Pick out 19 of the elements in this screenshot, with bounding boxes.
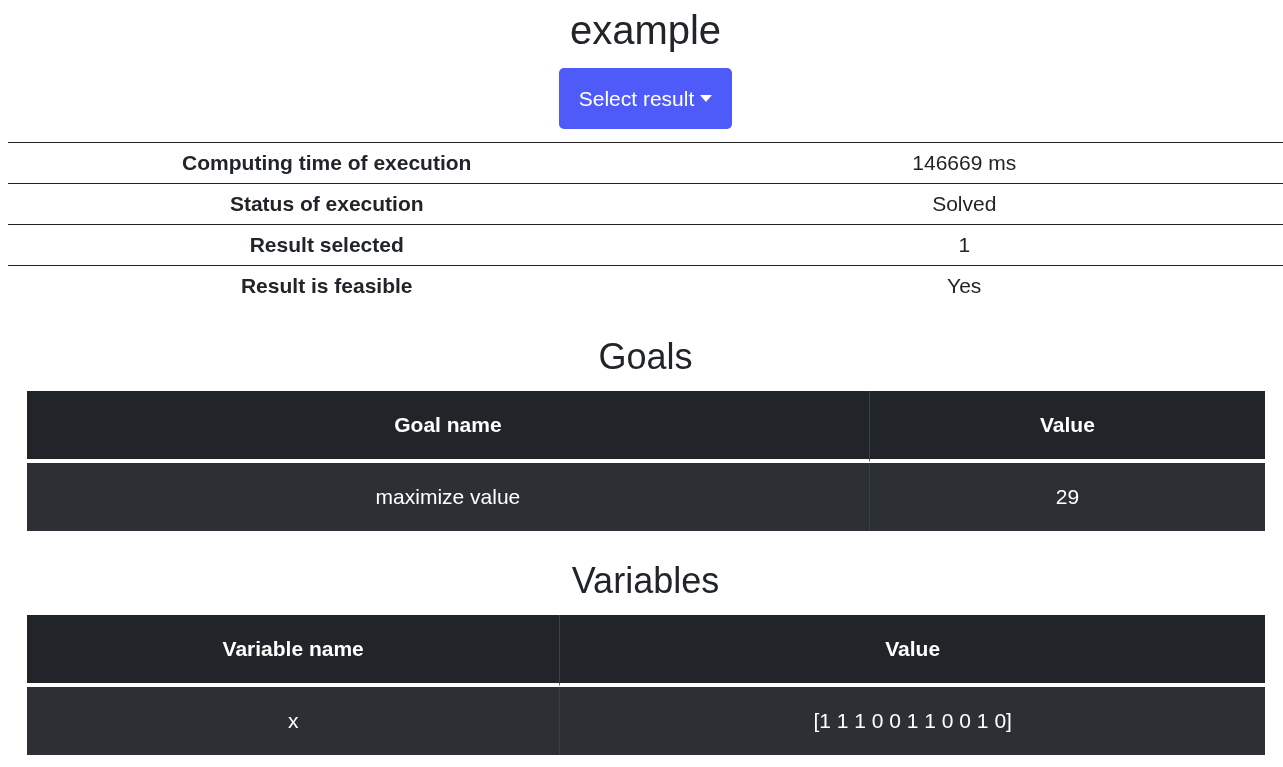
section-heading: Variables [570, 560, 721, 601]
caret-icon [700, 95, 713, 102]
summary-value: 1 [645, 224, 1283, 266]
table-cell: maximize value [27, 462, 869, 531]
table-cell: 29 [868, 462, 1265, 531]
summary-label: Result is feasible [8, 265, 646, 307]
page-title: example [568, 7, 723, 54]
column-header: Value [868, 390, 1265, 463]
table-cell: x [27, 686, 560, 755]
summary-label: Result selected [8, 224, 646, 266]
summary-label: Status of execution [8, 183, 646, 225]
summary-value: Yes [645, 265, 1283, 307]
summary-value: 146669 ms [645, 142, 1283, 184]
column-header: Value [559, 614, 1265, 687]
summary-label: Computing time of execution [8, 142, 646, 184]
select-result-button[interactable]: Select result [558, 68, 733, 129]
summary-value: Solved [645, 183, 1283, 225]
table-cell: [1 1 1 0 0 1 1 0 0 1 0] [559, 686, 1265, 755]
section-heading: Goals [597, 336, 694, 377]
